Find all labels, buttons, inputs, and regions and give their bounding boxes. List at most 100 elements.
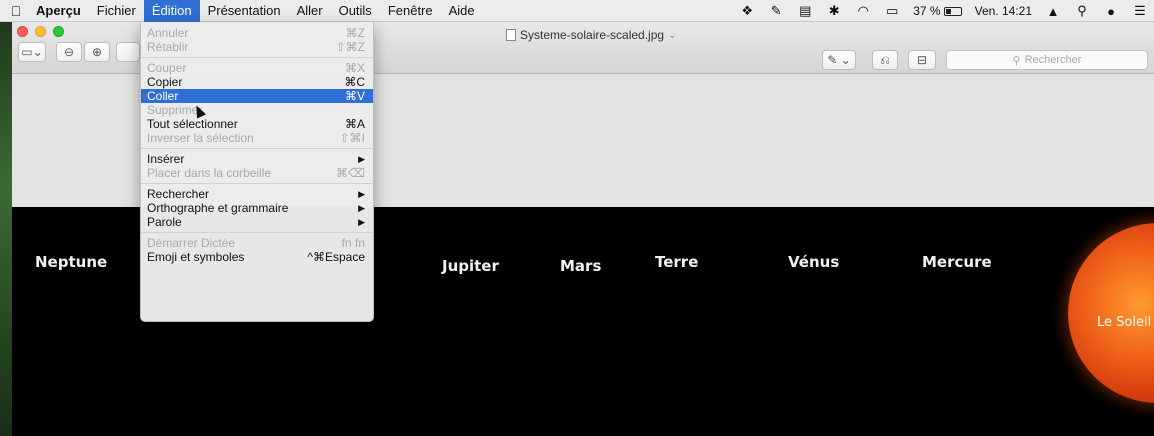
submenu-arrow-icon: ▶ xyxy=(358,203,365,213)
menu-separator xyxy=(141,148,373,149)
planet-label-mars: Mars xyxy=(560,257,602,275)
rotate-button[interactable]: ⎌ xyxy=(872,50,898,70)
menu-item-label: Rétablir xyxy=(147,40,189,54)
menu-aller[interactable]: Aller xyxy=(289,0,331,22)
planet-label-jupiter: Jupiter xyxy=(442,257,499,275)
search-icon: ⚲ xyxy=(1012,54,1021,67)
menu-presentation[interactable]: Présentation xyxy=(200,0,289,22)
menu-item-shortcut: ^⌘Espace xyxy=(307,250,365,264)
markup-pen-button[interactable]: ✎ ⌄ xyxy=(822,50,856,70)
menu-outils[interactable]: Outils xyxy=(331,0,380,22)
dropbox-icon[interactable]: ❖ xyxy=(739,3,755,19)
edition-menu-dropdown: Annuler ⌘Z Rétablir ⇧⌘Z Couper ⌘X Copier ⌘C Coll… xyxy=(140,22,374,322)
menu-edition[interactable]: Édition xyxy=(143,0,200,22)
menu-item-coller[interactable]: Coller ⌘V xyxy=(141,89,373,103)
search-placeholder: Rechercher xyxy=(1024,54,1082,66)
planet-label-venus: Vénus xyxy=(788,253,840,271)
menu-separator xyxy=(141,183,373,184)
menu-fichier[interactable]: Fichier xyxy=(89,0,144,22)
menu-aide[interactable]: Aide xyxy=(441,0,483,22)
menu-item-shortcut: ⌘C xyxy=(344,75,365,89)
search-input[interactable]: ⚲ Rechercher xyxy=(946,50,1148,70)
chevron-down-icon: ⌄ xyxy=(668,29,677,41)
status-area: ❖ ✎ ▤ ✱ ◠ ▭ 37 % Ven. 14:21 ▲ ⚲ ● ☰ xyxy=(739,0,1148,22)
menu-item-tout-selectionner[interactable]: Tout sélectionner ⌘A xyxy=(141,117,373,131)
markup-toolbox-button[interactable]: ⊟ xyxy=(908,50,936,70)
planet-label-mercure: Mercure xyxy=(922,253,992,271)
menu-item-emoji-et-symboles[interactable]: Emoji et symboles ^⌘Espace xyxy=(141,250,373,264)
menu-fenetre[interactable]: Fenêtre xyxy=(380,0,441,22)
close-window-button[interactable] xyxy=(17,26,28,37)
screen:  Aperçu Fichier Édition Présentation Al… xyxy=(0,0,1154,436)
battery-level-fill xyxy=(945,8,951,14)
menu-item-parole[interactable]: Parole ▶ xyxy=(141,215,373,229)
airplay-icon[interactable]: ▭ xyxy=(884,3,900,19)
document-title[interactable]: Systeme-solaire-scaled.jpg ⌄ xyxy=(506,28,676,42)
presentation-icon[interactable]: ▤ xyxy=(797,3,813,19)
submenu-arrow-icon: ▶ xyxy=(358,189,365,199)
planet-label-neptune: Neptune xyxy=(35,253,108,271)
submenu-arrow-icon: ▶ xyxy=(358,217,365,227)
menu-item-label: Couper xyxy=(147,61,187,75)
menu-item-shortcut: ⌘X xyxy=(344,61,365,75)
menu-separator xyxy=(141,57,373,58)
menu-item-label: Tout sélectionner xyxy=(147,117,238,131)
menu-item-label: Parole xyxy=(147,215,182,229)
menu-item-inserer[interactable]: Insérer ▶ xyxy=(141,152,373,166)
desktop-background xyxy=(0,22,12,436)
menu-separator xyxy=(141,232,373,233)
menu-item-label: Emoji et symboles xyxy=(147,250,245,264)
menu-item-inverser-la-selection: Inverser la sélection ⇧⌘I xyxy=(141,131,373,145)
menu-item-orthographe-et-grammaire[interactable]: Orthographe et grammaire ▶ xyxy=(141,201,373,215)
battery-indicator[interactable]: 37 % xyxy=(913,4,962,18)
menu-item-demarrer-dictee: Démarrer Dictée fn fn xyxy=(141,236,373,250)
menu-item-copier[interactable]: Copier ⌘C xyxy=(141,75,373,89)
menu-item-couper: Couper ⌘X xyxy=(141,61,373,75)
menu-item-shortcut: ⌘A xyxy=(344,117,365,131)
menu-item-shortcut: ⌘Z xyxy=(345,26,365,40)
menu-item-retablir: Rétablir ⇧⌘Z xyxy=(141,40,373,54)
battery-icon xyxy=(943,6,962,16)
menu-item-shortcut: ⇧⌘I xyxy=(339,131,365,145)
menu-item-label: Annuler xyxy=(147,26,189,40)
sun-label: Le Soleil xyxy=(1097,315,1152,330)
menu-item-shortcut: fn fn xyxy=(341,236,365,250)
user-icon[interactable]: ▲ xyxy=(1045,4,1061,19)
menu-item-rechercher[interactable]: Rechercher ▶ xyxy=(141,187,373,201)
image-file-icon xyxy=(506,29,516,41)
menu-item-label: Coller xyxy=(147,89,179,103)
zoom-out-button[interactable]: ⊖ xyxy=(56,42,82,62)
notification-center-icon[interactable]: ☰ xyxy=(1132,3,1148,19)
share-button[interactable] xyxy=(116,42,140,62)
pen-tool-icon[interactable]: ✎ xyxy=(768,3,784,19)
menu-item-label: Inverser la sélection xyxy=(147,131,254,145)
minimize-window-button[interactable] xyxy=(35,26,46,37)
spotlight-search-icon[interactable]: ⚲ xyxy=(1074,3,1090,19)
menu-item-label: Placer dans la corbeille xyxy=(147,166,272,180)
battery-percent: 37 % xyxy=(913,4,941,18)
menu-item-placer-dans-la-corbeille: Placer dans la corbeille ⌘⌫ xyxy=(141,166,373,180)
zoom-window-button[interactable] xyxy=(53,26,64,37)
menu-item-supprimer: Supprimer xyxy=(141,103,373,117)
planet-label-terre: Terre xyxy=(655,253,699,271)
clock[interactable]: Ven. 14:21 xyxy=(975,4,1032,18)
wifi-icon[interactable]: ◠ xyxy=(855,3,871,19)
menu-item-label: Orthographe et grammaire xyxy=(147,201,289,215)
menu-item-label: Rechercher xyxy=(147,187,210,201)
menu-bar:  Aperçu Fichier Édition Présentation Al… xyxy=(0,0,1154,22)
menu-item-label: Insérer xyxy=(147,152,185,166)
apple-logo-icon[interactable]:  xyxy=(4,3,28,19)
menu-item-annuler: Annuler ⌘Z xyxy=(141,26,373,40)
menu-item-shortcut: ⌘⌫ xyxy=(336,166,365,180)
document-title-text: Systeme-solaire-scaled.jpg xyxy=(520,28,665,42)
menu-item-shortcut: ⌘V xyxy=(344,89,365,103)
menu-item-label: Copier xyxy=(147,75,183,89)
siri-icon[interactable]: ● xyxy=(1103,4,1119,19)
menu-aperçu[interactable]: Aperçu xyxy=(28,0,89,22)
submenu-arrow-icon: ▶ xyxy=(358,154,365,164)
menu-item-shortcut: ⇧⌘Z xyxy=(335,40,365,54)
menu-item-label: Démarrer Dictée xyxy=(147,236,236,250)
bluetooth-icon[interactable]: ✱ xyxy=(826,3,842,19)
sidebar-toggle-button[interactable]: ▭⌄ xyxy=(18,42,46,62)
zoom-in-button[interactable]: ⊕ xyxy=(84,42,110,62)
